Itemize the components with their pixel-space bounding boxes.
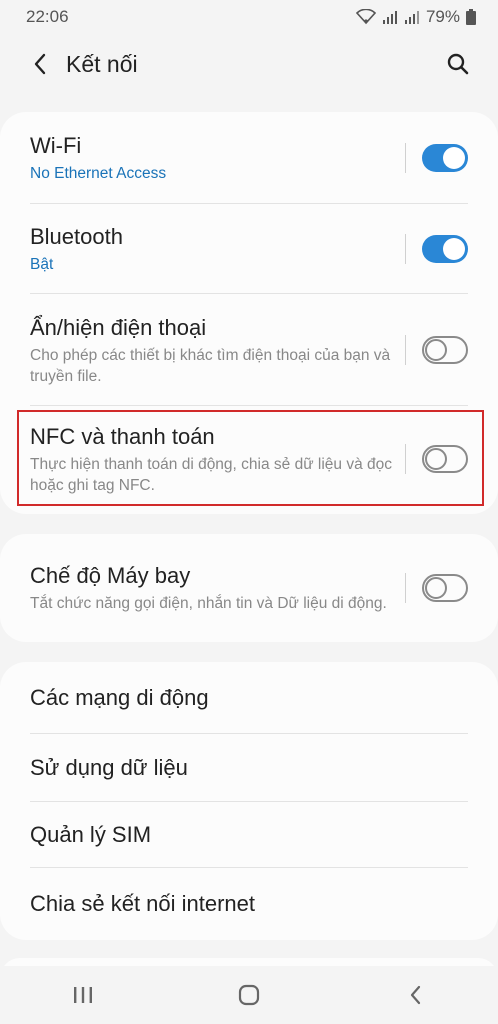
row-label: Ẩn/hiện điện thoại	[30, 314, 207, 340]
signal-icon-2	[404, 11, 419, 24]
visibility-toggle[interactable]	[422, 336, 468, 364]
row-label: Wi-Fi	[30, 133, 82, 158]
search-icon	[447, 53, 469, 75]
connections-card-3: Các mạng di động Sử dụng dữ liệu Quản lý…	[0, 662, 498, 940]
search-button[interactable]	[438, 44, 478, 84]
row-label: Quản lý SIM	[30, 822, 152, 847]
row-label: Chia sẻ kết nối internet	[30, 891, 256, 916]
battery-percent: 79%	[425, 7, 460, 26]
navigation-bar	[0, 966, 498, 1024]
bluetooth-toggle[interactable]	[422, 235, 468, 263]
row-label: Chế độ Máy bay	[30, 563, 191, 588]
row-label: Sử dụng dữ liệu	[30, 755, 188, 780]
app-bar: Kết nối	[0, 34, 498, 94]
airplane-mode-row[interactable]: Chế độ Máy bay Tắt chức năng gọi điện, n…	[0, 534, 498, 642]
wifi-toggle[interactable]	[422, 144, 468, 172]
status-time: 22:06	[26, 7, 69, 26]
connections-card-2: Chế độ Máy bay Tắt chức năng gọi điện, n…	[0, 534, 498, 642]
wifi-row[interactable]: Wi-Fi No Ethernet Access	[0, 112, 498, 204]
home-button[interactable]	[219, 975, 279, 1015]
status-bar: 22:06 79%	[0, 0, 498, 34]
row-sub: No Ethernet Access	[30, 165, 167, 182]
signal-icon	[382, 11, 397, 24]
recents-icon	[74, 987, 92, 1003]
nav-back-button[interactable]	[385, 975, 445, 1015]
row-sub: Cho phép các thiết bị khác tìm điện thoạ…	[30, 346, 391, 385]
chevron-left-icon	[34, 53, 46, 75]
row-label: Các mạng di động	[30, 685, 209, 710]
battery-icon	[466, 9, 476, 25]
home-icon	[238, 984, 260, 1006]
separator	[405, 234, 406, 264]
wifi-icon	[355, 9, 376, 25]
row-sub: Bật	[30, 256, 54, 273]
mobile-networks-row[interactable]: Các mạng di động	[0, 662, 498, 734]
back-button[interactable]	[20, 44, 60, 84]
bluetooth-row[interactable]: Bluetooth Bật	[0, 204, 498, 294]
separator	[405, 573, 406, 603]
page-title: Kết nối	[66, 50, 138, 77]
data-usage-row[interactable]: Sử dụng dữ liệu	[0, 734, 498, 802]
sim-manager-row[interactable]: Quản lý SIM	[0, 802, 498, 868]
separator	[405, 335, 406, 365]
separator	[405, 143, 406, 173]
status-icons: 79%	[355, 7, 476, 27]
recents-button[interactable]	[53, 975, 113, 1015]
airplane-mode-toggle[interactable]	[422, 574, 468, 602]
row-sub: Tắt chức năng gọi điện, nhắn tin và Dữ l…	[30, 595, 387, 612]
visibility-row[interactable]: Ẩn/hiện điện thoại Cho phép các thiết bị…	[0, 294, 498, 406]
hotspot-tethering-row[interactable]: Chia sẻ kết nối internet	[0, 868, 498, 940]
back-icon	[410, 985, 421, 1005]
nfc-highlight-box	[17, 410, 484, 506]
row-label: Bluetooth	[30, 224, 123, 249]
